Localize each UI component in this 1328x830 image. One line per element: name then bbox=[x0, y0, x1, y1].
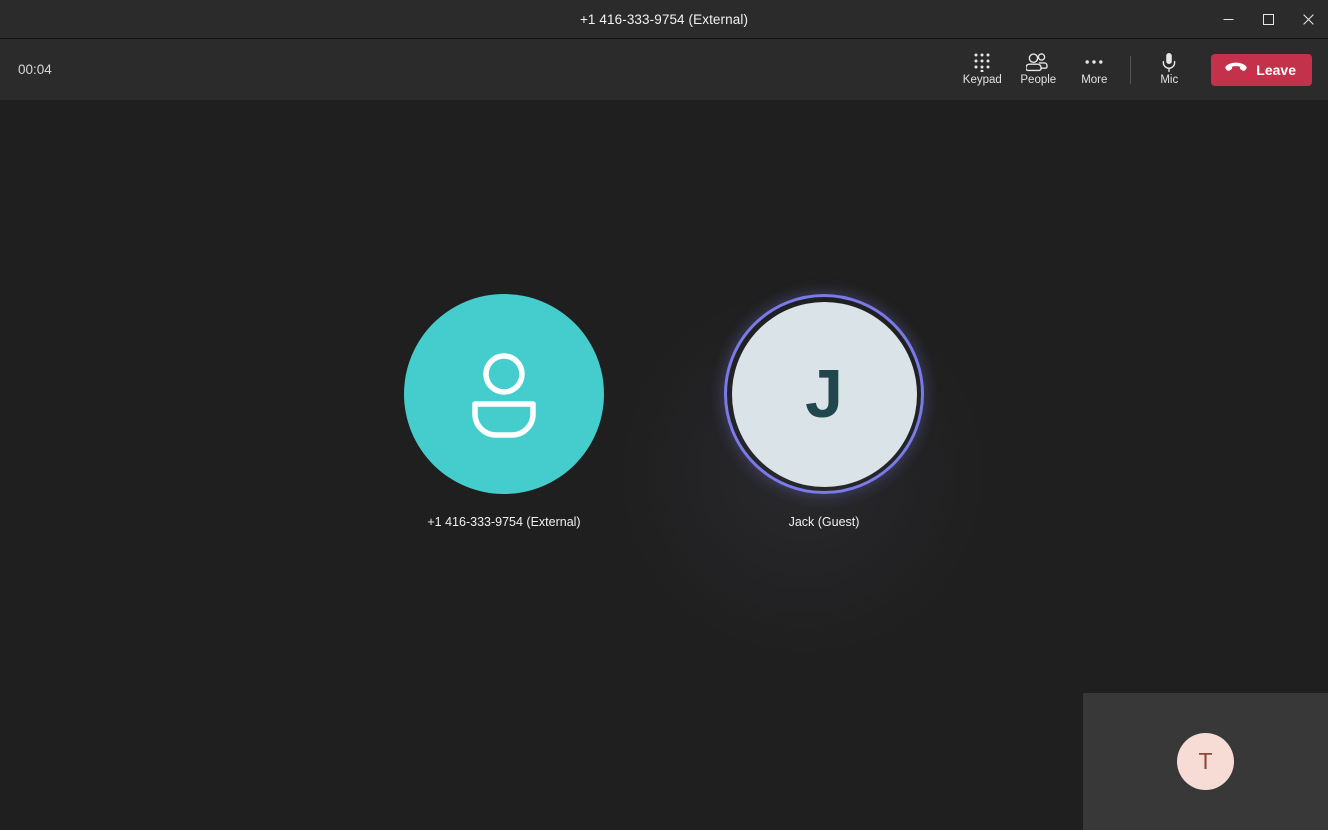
keypad-button[interactable]: Keypad bbox=[954, 45, 1010, 95]
people-label: People bbox=[1020, 74, 1057, 87]
title-bar: +1 416-333-9754 (External) bbox=[0, 0, 1328, 38]
participant-name: +1 416-333-9754 (External) bbox=[427, 515, 581, 529]
minimize-button[interactable] bbox=[1208, 0, 1248, 38]
window-title: +1 416-333-9754 (External) bbox=[579, 11, 749, 27]
maximize-icon bbox=[1262, 13, 1274, 25]
toolbar-actions: Keypad People More Mic Leave bbox=[954, 45, 1312, 95]
more-icon bbox=[1084, 52, 1104, 72]
avatar-wrapper bbox=[404, 294, 604, 494]
participant-list: +1 416-333-9754 (External) J Jack (Guest… bbox=[0, 294, 1328, 529]
participant-tile[interactable]: J Jack (Guest) bbox=[694, 294, 954, 529]
leave-label: Leave bbox=[1256, 61, 1296, 78]
minimize-icon bbox=[1223, 14, 1234, 25]
leave-button[interactable]: Leave bbox=[1211, 53, 1312, 86]
people-icon bbox=[1026, 52, 1050, 72]
hangup-icon bbox=[1225, 61, 1247, 78]
avatar: J bbox=[731, 301, 917, 487]
more-button[interactable]: More bbox=[1066, 45, 1122, 95]
teams-call-window: +1 416-333-9754 (External) 00:04 Keypad … bbox=[0, 0, 1328, 830]
toolbar-divider bbox=[1130, 55, 1132, 84]
keypad-label: Keypad bbox=[962, 74, 1002, 87]
close-icon bbox=[1302, 13, 1314, 25]
self-avatar: T bbox=[1177, 733, 1234, 790]
people-button[interactable]: People bbox=[1010, 45, 1066, 95]
avatar bbox=[404, 294, 604, 494]
person-icon bbox=[456, 344, 552, 445]
avatar-wrapper: J bbox=[724, 294, 924, 494]
call-stage: +1 416-333-9754 (External) J Jack (Guest… bbox=[0, 100, 1328, 830]
window-controls bbox=[1208, 0, 1328, 38]
self-view-tile[interactable]: T bbox=[1083, 693, 1328, 830]
call-timer: 00:04 bbox=[18, 62, 52, 77]
more-label: More bbox=[1081, 74, 1108, 87]
mic-icon bbox=[1160, 52, 1178, 72]
mic-button[interactable]: Mic bbox=[1141, 45, 1197, 95]
maximize-button[interactable] bbox=[1248, 0, 1288, 38]
keypad-icon bbox=[973, 52, 991, 73]
close-button[interactable] bbox=[1288, 0, 1328, 38]
call-toolbar: 00:04 Keypad People More Mic Leave bbox=[0, 38, 1328, 100]
participant-tile[interactable]: +1 416-333-9754 (External) bbox=[374, 294, 634, 529]
mic-label: Mic bbox=[1160, 74, 1179, 87]
participant-name: Jack (Guest) bbox=[788, 515, 860, 529]
